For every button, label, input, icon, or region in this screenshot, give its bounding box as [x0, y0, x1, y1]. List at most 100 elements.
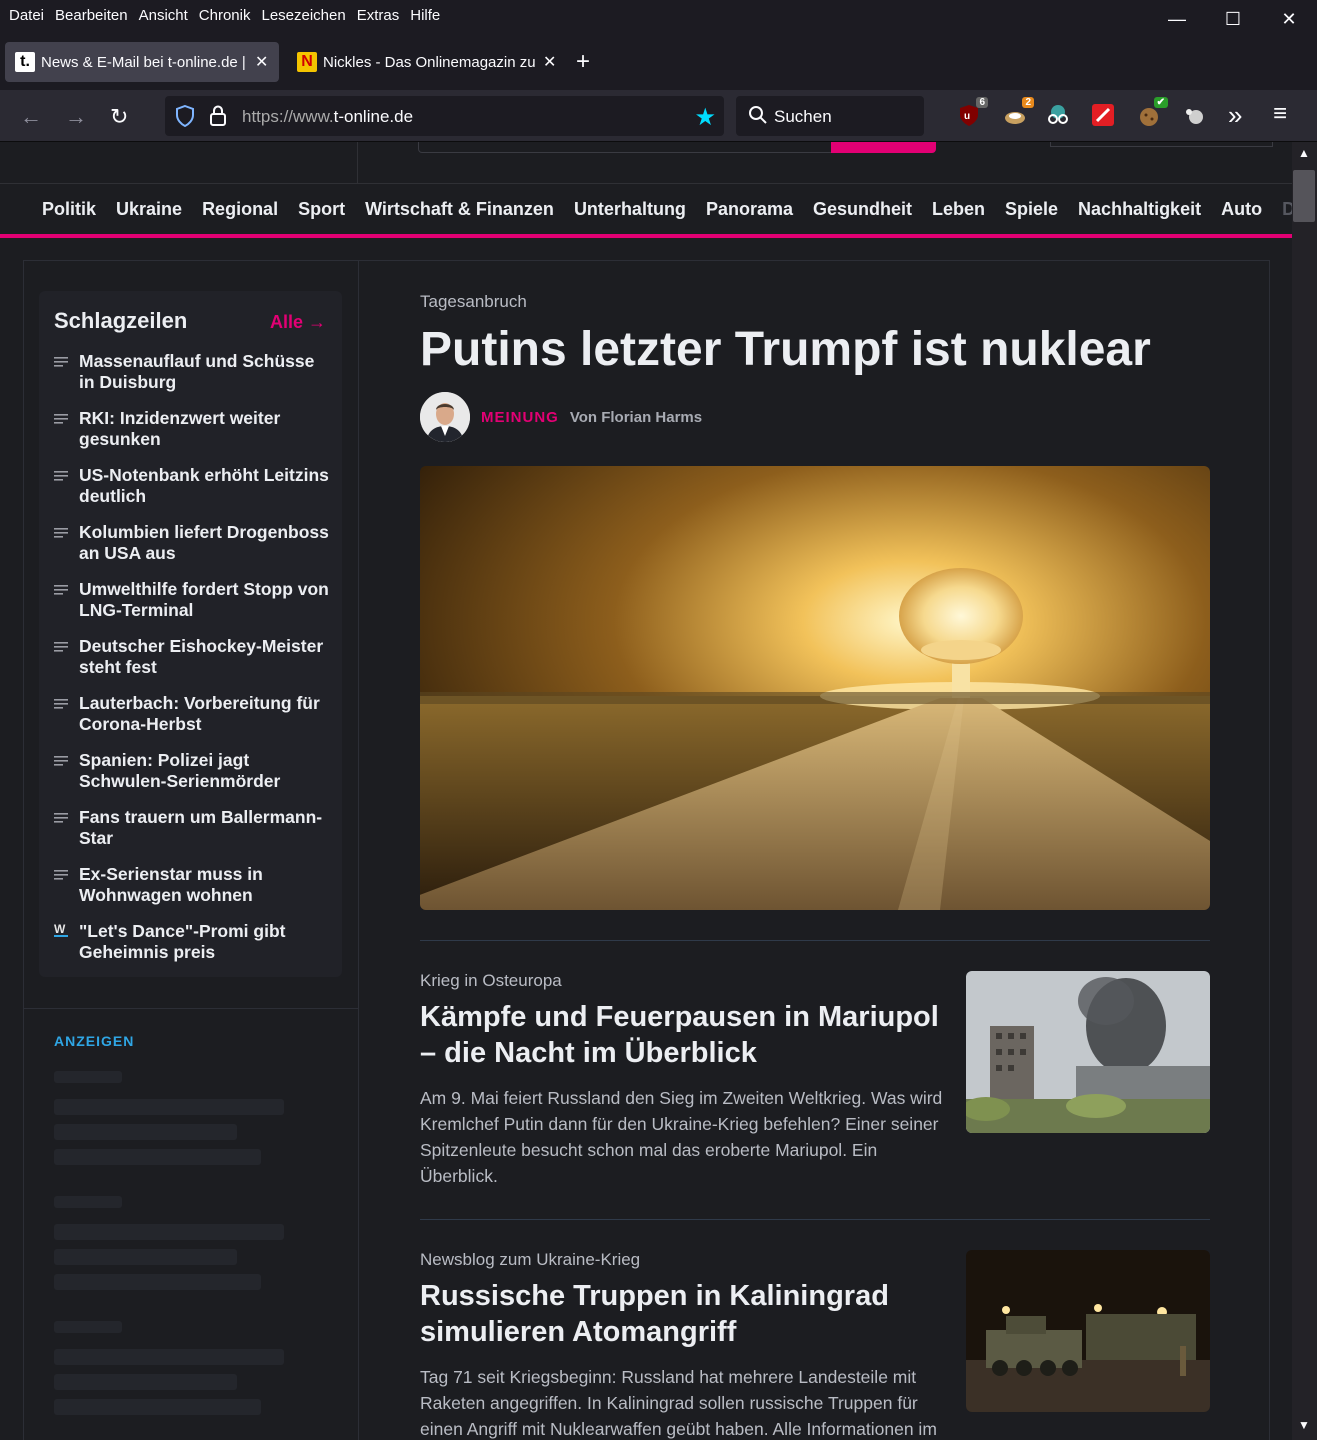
w-video-icon: W	[54, 923, 68, 937]
ad-skeleton	[54, 1196, 122, 1208]
window-controls: — ☐ ✕	[1149, 0, 1317, 38]
text-lines-icon	[54, 699, 68, 709]
lead-kicker[interactable]: Tagesanbruch	[420, 292, 527, 312]
nav-auto[interactable]: Auto	[1221, 199, 1262, 220]
pen-ext-icon[interactable]	[1090, 102, 1116, 128]
tracking-shield-icon[interactable]	[175, 105, 195, 127]
nav-politik[interactable]: Politik	[42, 199, 96, 220]
url-prefix: https://www.	[242, 107, 334, 126]
web-page: Politik Ukraine Regional Sport Wirtschaf…	[0, 142, 1292, 1440]
article-mariupol[interactable]: Krieg in Osteuropa Kämpfe und Feuerpause…	[420, 971, 1210, 1191]
headline-text: Spanien: Polizei jagt Schwulen-Serienmör…	[79, 750, 281, 791]
menu-extras[interactable]: Extras	[357, 7, 400, 24]
author-avatar[interactable]	[420, 392, 470, 442]
nav-unterhaltung[interactable]: Unterhaltung	[574, 199, 686, 220]
nav-leben[interactable]: Leben	[932, 199, 985, 220]
overflow-menu-icon[interactable]: »	[1228, 100, 1242, 131]
menu-datei[interactable]: Datei	[9, 7, 44, 24]
nav-regional[interactable]: Regional	[202, 199, 278, 220]
scroll-up-icon[interactable]: ▲	[1298, 146, 1310, 160]
menu-lesezeichen[interactable]: Lesezeichen	[261, 7, 345, 24]
maximize-button[interactable]: ☐	[1205, 0, 1261, 38]
new-tab-button[interactable]: +	[576, 48, 590, 76]
scroll-down-icon[interactable]: ▼	[1298, 1418, 1310, 1432]
lead-image-nuclear-explosion[interactable]	[420, 466, 1210, 910]
nav-wirtschaft[interactable]: Wirtschaft & Finanzen	[365, 199, 554, 220]
kaliningrad-thumbnail-image[interactable]	[966, 1250, 1210, 1412]
tab-nickles[interactable]: N Nickles - Das Onlinemagazin zu ✕	[287, 42, 559, 82]
lead-title[interactable]: Putins letzter Trumpf ist nuklear	[420, 323, 1210, 377]
article-kaliningrad[interactable]: Newsblog zum Ukraine-Krieg Russische Tru…	[420, 1250, 1210, 1440]
headlines-all-link[interactable]: Alle →	[270, 312, 326, 333]
article-teaser: Am 9. Mai feiert Russland den Sieg im Zw…	[420, 1088, 943, 1186]
site-search-input[interactable]	[418, 142, 836, 153]
forward-button[interactable]: →	[65, 104, 87, 130]
bookmark-star-icon[interactable]: ★	[694, 103, 716, 132]
menu-bearbeiten[interactable]: Bearbeiten	[55, 7, 128, 24]
lock-icon[interactable]	[209, 105, 227, 127]
nav-panorama[interactable]: Panorama	[706, 199, 793, 220]
url-bar[interactable]: https://www.t-online.de ★	[165, 96, 724, 136]
ublock-badge: 6	[976, 97, 988, 108]
headline-text: Fans trauern um Ballermann-Star	[79, 807, 323, 848]
sidebar: Schlagzeilen Alle → Massenauflauf und Sc…	[24, 261, 359, 1440]
close-tab-icon[interactable]: ✕	[255, 52, 268, 72]
ad-skeleton	[54, 1224, 284, 1240]
author-name[interactable]: Von Florian Harms	[570, 409, 702, 426]
article-teaser: Tag 71 seit Kriegsbeginn: Russland hat m…	[420, 1367, 937, 1439]
tab-title: Nickles - Das Onlinemagazin zu	[323, 53, 535, 71]
menu-hilfe[interactable]: Hilfe	[410, 7, 440, 24]
minimize-button[interactable]: —	[1149, 0, 1205, 38]
search-bar[interactable]: Suchen	[736, 96, 924, 136]
scrollbar-thumb[interactable]	[1293, 170, 1315, 222]
author-portrait-image	[420, 392, 470, 442]
text-lines-icon	[54, 756, 68, 766]
headline-text: Kolumbien liefert Drogenboss an USA aus	[79, 522, 329, 563]
ads-label: ANZEIGEN	[54, 1033, 135, 1049]
byline: MEINUNG Von Florian Harms	[420, 391, 702, 443]
puzzle-glyph-icon	[1186, 109, 1203, 124]
headline-text: Lauterbach: Vorbereitung für Corona-Herb…	[79, 693, 320, 734]
article-kicker: Krieg in Osteuropa	[420, 971, 562, 990]
site-search-button[interactable]	[831, 142, 936, 153]
close-window-button[interactable]: ✕	[1261, 0, 1317, 38]
close-tab-icon[interactable]: ✕	[543, 52, 556, 72]
article-title[interactable]: Kämpfe und Feuerpausen in Mariupol – die…	[420, 999, 940, 1071]
tab-t-online[interactable]: t. News & E-Mail bei t-online.de | ✕	[5, 42, 279, 82]
puzzle-ext-icon[interactable]	[1181, 102, 1207, 128]
ad-skeleton	[54, 1399, 261, 1415]
nav-nachhaltigkeit[interactable]: Nachhaltigkeit	[1078, 199, 1201, 220]
ads-separator	[24, 1008, 359, 1009]
nav-ukraine[interactable]: Ukraine	[116, 199, 182, 220]
site-header-partial	[0, 142, 1292, 184]
mariupol-thumbnail-image[interactable]	[966, 971, 1210, 1133]
cookie-ext-icon[interactable]: ✔	[1136, 97, 1168, 128]
nuclear-mushroom-road-image	[420, 466, 1210, 910]
ruins-smoke-image	[966, 971, 1210, 1133]
menu-chronik[interactable]: Chronik	[199, 7, 251, 24]
headline-text: "Let's Dance"-Promi gibt Geheimnis preis	[79, 921, 286, 962]
url-text[interactable]: https://www.t-online.de	[242, 107, 413, 127]
menu-ansicht[interactable]: Ansicht	[139, 7, 188, 24]
text-lines-icon	[54, 642, 68, 652]
ad-skeleton	[54, 1099, 284, 1115]
text-lines-icon	[54, 528, 68, 538]
ublock-icon[interactable]: u 6	[956, 97, 988, 128]
header-login-box[interactable]	[1050, 142, 1273, 147]
category-navigation: Politik Ukraine Regional Sport Wirtschaf…	[0, 184, 1292, 238]
article-title[interactable]: Russische Truppen in Kaliningrad simulie…	[420, 1278, 940, 1350]
privacy-glasses-icon[interactable]	[1045, 102, 1071, 128]
ad-skeleton	[54, 1321, 122, 1333]
nav-spiele[interactable]: Spiele	[1005, 199, 1058, 220]
reload-button[interactable]: ↻	[110, 104, 128, 130]
nav-gesundheit[interactable]: Gesundheit	[813, 199, 912, 220]
download-ext-icon[interactable]: 2	[1002, 97, 1034, 128]
back-button[interactable]: ←	[20, 104, 42, 130]
nav-digital-partial[interactable]: Di	[1282, 199, 1292, 220]
url-domain: t-online.de	[333, 107, 414, 126]
page-scrollbar[interactable]: ▲ ▼	[1292, 142, 1317, 1440]
text-lines-icon	[54, 357, 68, 367]
hamburger-menu-icon[interactable]: ≡	[1273, 100, 1287, 128]
nav-sport[interactable]: Sport	[298, 199, 345, 220]
header-divider	[357, 142, 358, 184]
